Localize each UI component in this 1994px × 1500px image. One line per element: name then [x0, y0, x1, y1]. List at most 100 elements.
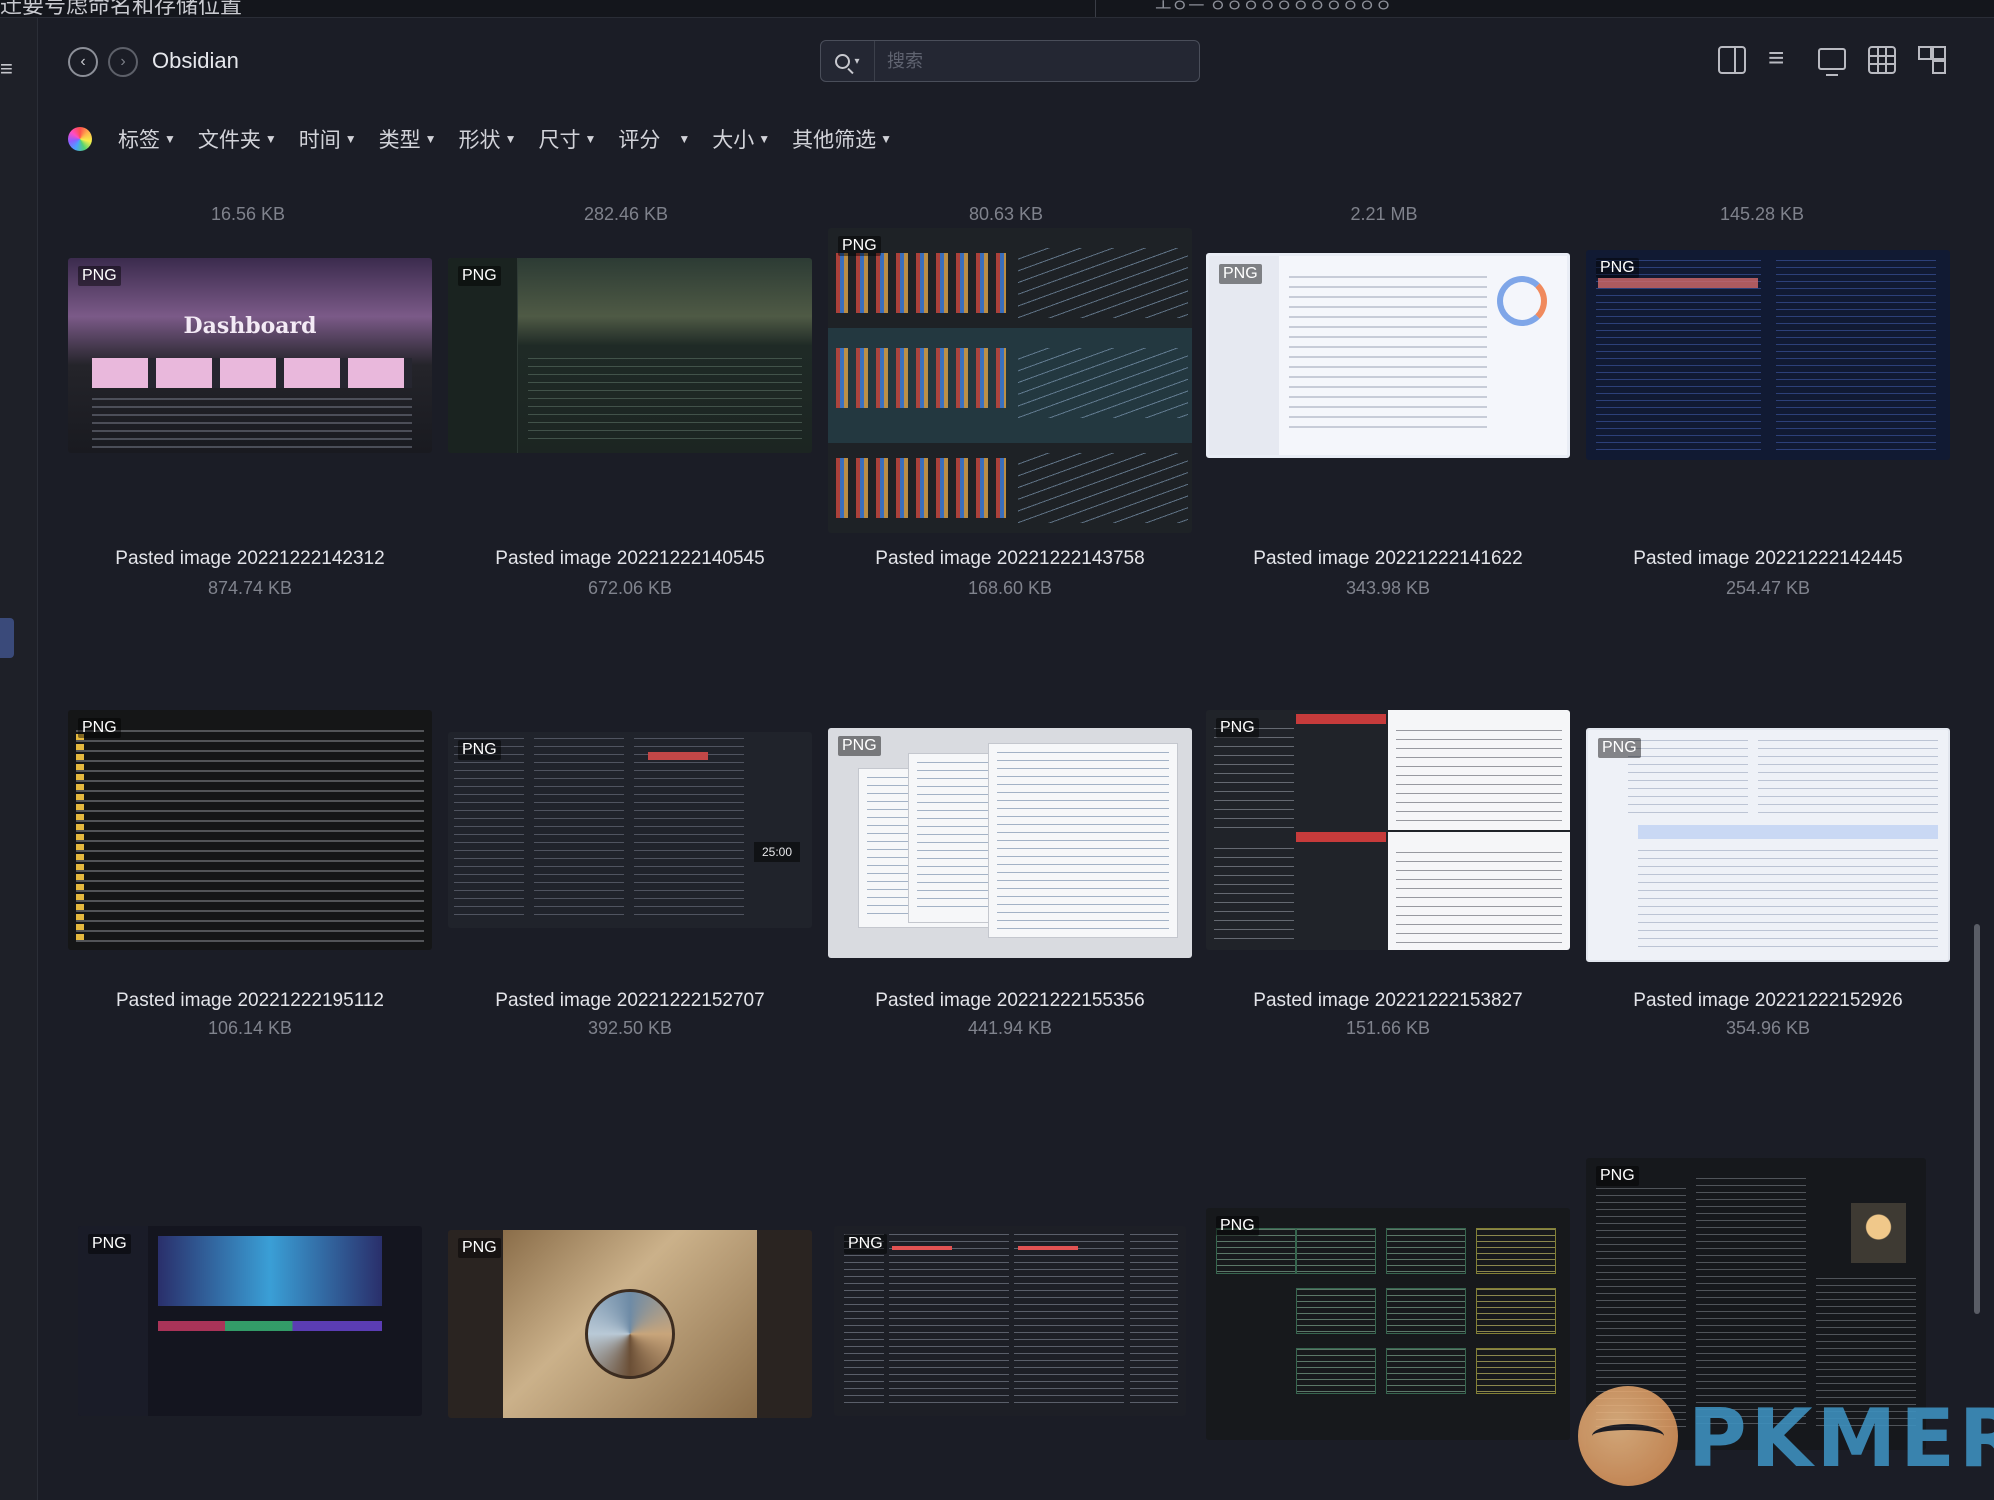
thumbnail-decoration	[1296, 1228, 1376, 1274]
monitor-icon[interactable]	[1818, 48, 1846, 76]
filter-rating[interactable]: 评分 ▼	[618, 124, 690, 154]
file-type-badge: PNG	[1596, 1166, 1639, 1186]
image-card[interactable]: PNG Pasted image 20221222140545 672.06 K…	[448, 258, 812, 638]
pkmer-watermark: PKMER	[1578, 1386, 1994, 1486]
image-card[interactable]: PNG	[78, 1226, 442, 1426]
image-card[interactable]: PNG Pasted image 20221222195112 106.14 K…	[68, 710, 432, 1100]
file-name: Pasted image 20221222153827	[1253, 990, 1523, 1011]
image-thumbnail[interactable]: PNG	[448, 258, 812, 453]
thumbnail-decoration	[92, 358, 412, 388]
library-title: Obsidian	[152, 48, 239, 73]
thumbnail-decoration	[1758, 740, 1938, 820]
thumbnail-decoration	[1476, 1288, 1556, 1334]
filter-type[interactable]: 类型 ▼	[379, 124, 437, 154]
image-thumbnail[interactable]: 25:00 PNG	[448, 732, 812, 928]
thumbnail-decoration	[889, 1234, 1009, 1408]
image-thumbnail[interactable]: Dashboard PNG	[68, 258, 432, 453]
image-thumbnail[interactable]: PNG	[828, 228, 1192, 533]
image-thumbnail[interactable]: PNG	[834, 1226, 1186, 1416]
thumbnail-decoration	[1386, 1288, 1466, 1334]
filter-label: 尺寸	[538, 129, 581, 152]
thumbnail-decoration	[1296, 1288, 1376, 1334]
file-size: 441.94 KB	[967, 1018, 1053, 1038]
image-thumbnail[interactable]: PNG	[1206, 1208, 1570, 1440]
image-thumbnail[interactable]: PNG	[1586, 250, 1950, 460]
left-rail: ≡	[0, 18, 38, 1500]
scrollbar-thumb[interactable]	[1974, 924, 1980, 1314]
file-size: 354.96 KB	[1725, 1018, 1811, 1038]
filter-file-size[interactable]: 大小 ▼	[712, 124, 770, 154]
forward-button[interactable]: ›	[108, 47, 138, 77]
filter-shape[interactable]: 形状 ▼	[459, 124, 517, 154]
file-size: 151.66 KB	[1345, 1018, 1431, 1038]
image-thumbnail[interactable]: PNG	[448, 1230, 812, 1418]
image-card[interactable]: Dashboard PNG Pasted image 2022122214231…	[68, 258, 432, 638]
image-card[interactable]: PNG	[1206, 1208, 1570, 1440]
thumbnail-decoration	[1018, 453, 1188, 523]
file-type-badge: PNG	[844, 1234, 887, 1254]
layout-icon[interactable]	[1918, 46, 1946, 74]
filter-folder[interactable]: 文件夹 ▼	[198, 124, 277, 154]
image-card[interactable]: PNG Pasted image 20221222153827 151.66 K…	[1206, 710, 1570, 1100]
search-box: ▾	[820, 40, 1200, 82]
image-card[interactable]: PNG Pasted image 20221222143758 168.60 K…	[828, 228, 1192, 638]
thumbnail-decoration	[836, 253, 1006, 313]
thumbnail-decoration	[1214, 848, 1294, 944]
thumbnail-decoration	[844, 1234, 884, 1408]
sidebar-panel-icon[interactable]	[1718, 46, 1746, 74]
thumbnail-decoration	[1386, 1348, 1466, 1394]
thumbnail-timer: 25:00	[754, 842, 800, 862]
image-thumbnail[interactable]: PNG	[1206, 253, 1570, 458]
image-grid: 16.56 KB 282.46 KB 80.63 KB 2.21 MB 145.…	[38, 168, 1958, 1500]
caret-down-icon: ▼	[424, 132, 437, 146]
thumbnail-decoration	[1130, 1234, 1178, 1408]
image-thumbnail[interactable]: PNG	[78, 1226, 422, 1416]
file-name: Pasted image 20221222155356	[875, 990, 1145, 1011]
filter-tags[interactable]: 标签 ▼	[118, 124, 176, 154]
thumbnail-decoration	[1476, 1228, 1556, 1274]
file-name: Pasted image 20221222142312	[115, 548, 385, 569]
file-type-badge: PNG	[1596, 258, 1639, 278]
pkmer-logo-icon	[1578, 1386, 1678, 1486]
filter-label: 类型	[378, 129, 421, 152]
file-type-badge: PNG	[458, 266, 501, 286]
file-type-badge: PNG	[88, 1234, 131, 1254]
chevron-down-icon: ▾	[854, 55, 860, 67]
image-card[interactable]: PNG Pasted image 20221222141622 343.98 K…	[1206, 253, 1570, 638]
filter-time[interactable]: 时间 ▼	[299, 124, 357, 154]
file-name: Pasted image 20221222152926	[1633, 990, 1903, 1011]
back-button[interactable]: ‹	[68, 47, 98, 77]
thumbnail-decoration	[76, 730, 424, 942]
menu-icon[interactable]: ≡	[0, 58, 13, 80]
filter-other[interactable]: 其他筛选 ▼	[792, 124, 892, 154]
image-thumbnail[interactable]: PNG	[1586, 728, 1950, 962]
sort-icon[interactable]	[1768, 42, 1796, 74]
filter-label: 评分	[618, 129, 661, 152]
image-card[interactable]: PNG Pasted image 20221222155356 441.94 K…	[828, 728, 1192, 1100]
search-input[interactable]	[875, 42, 1199, 80]
thumbnail-decoration	[534, 738, 624, 922]
image-card[interactable]: PNG	[448, 1230, 812, 1430]
vertical-scrollbar[interactable]	[1972, 168, 1982, 1500]
color-wheel-icon[interactable]	[68, 127, 92, 151]
file-size: 2.21 MB	[1350, 204, 1418, 224]
thumbnail-heading: Dashboard	[183, 313, 317, 339]
image-thumbnail[interactable]: PNG	[1206, 710, 1570, 950]
thumbnail-decoration	[158, 1236, 382, 1306]
file-name: Pasted image 20221222142445	[1633, 548, 1903, 569]
thumbnail-decoration	[528, 358, 802, 443]
image-card[interactable]: PNG Pasted image 20221222142445 254.47 K…	[1586, 250, 1950, 638]
thumbnail-decoration	[1851, 1203, 1906, 1263]
image-card[interactable]: PNG Pasted image 20221222152926 354.96 K…	[1586, 728, 1950, 1100]
grid-view-icon[interactable]	[1868, 46, 1896, 74]
image-card[interactable]: 25:00 PNG Pasted image 20221222152707 39…	[448, 732, 812, 1100]
thumbnail-decoration	[1296, 714, 1386, 724]
thumbnail-decoration	[648, 752, 708, 760]
image-thumbnail[interactable]: PNG	[68, 710, 432, 950]
chevron-left-icon: ‹	[80, 53, 86, 70]
filter-dimensions[interactable]: 尺寸 ▼	[538, 124, 596, 154]
file-type-badge: PNG	[458, 740, 501, 760]
image-card[interactable]: PNG	[834, 1226, 1198, 1426]
image-thumbnail[interactable]: PNG	[828, 728, 1192, 958]
search-options-button[interactable]: ▾	[821, 41, 875, 81]
